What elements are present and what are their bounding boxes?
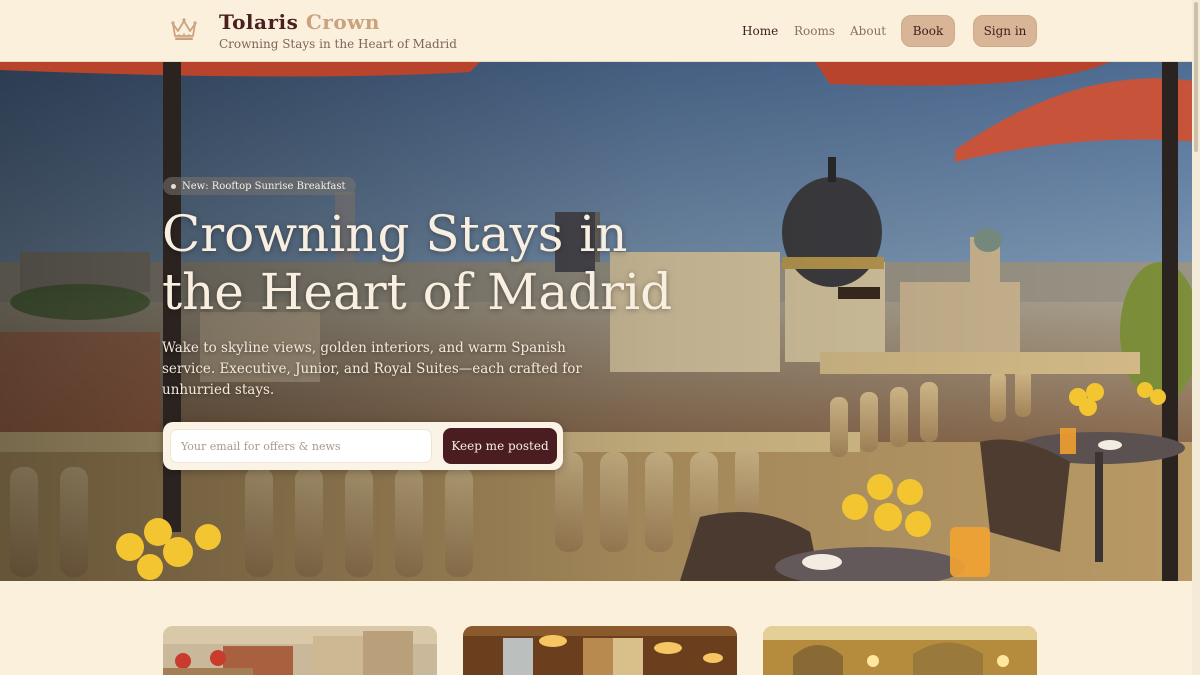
room-card-1[interactable] [163,626,437,675]
room-card-3[interactable] [763,626,1037,675]
brand-name[interactable]: Tolaris Crown [219,10,380,34]
brand-name-primary: Tolaris [219,10,299,34]
room-card-image-1 [163,626,437,675]
badge-dot-icon [171,183,176,189]
room-card-image-2 [463,626,737,675]
badge-text: New: Rooftop Sunrise Breakfast [182,180,346,192]
announcement-badge[interactable]: New: Rooftop Sunrise Breakfast [163,177,356,195]
newsletter-form: Keep me posted [163,422,563,470]
brand-tagline: Crowning Stays in the Heart of Madrid [219,37,457,51]
crown-icon[interactable] [170,16,198,42]
nav-link-about[interactable]: About [850,24,886,38]
hero-title: Crowning Stays in the Heart of Madrid [162,205,682,321]
brand-name-accent: Crown [305,10,380,34]
hero-section: New: Rooftop Sunrise Breakfast Crowning … [0,62,1200,581]
room-card-2[interactable] [463,626,737,675]
site-header: Tolaris Crown Crowning Stays in the Hear… [0,0,1200,62]
hero-title-line-2: the Heart of Madrid [162,263,673,321]
keep-me-posted-button[interactable]: Keep me posted [443,428,557,464]
email-input[interactable] [170,429,432,463]
nav-link-home[interactable]: Home [742,24,778,38]
hero-title-line-1: Crowning Stays in [162,205,628,263]
book-button[interactable]: Book [901,15,955,47]
sign-in-button[interactable]: Sign in [973,15,1037,47]
hero-subtitle: Wake to skyline views, golden interiors,… [162,340,582,398]
nav-link-rooms[interactable]: Rooms [794,24,835,38]
page-scrollbar-thumb[interactable] [1194,2,1198,152]
room-card-image-3 [763,626,1037,675]
hero-image [0,62,1200,581]
